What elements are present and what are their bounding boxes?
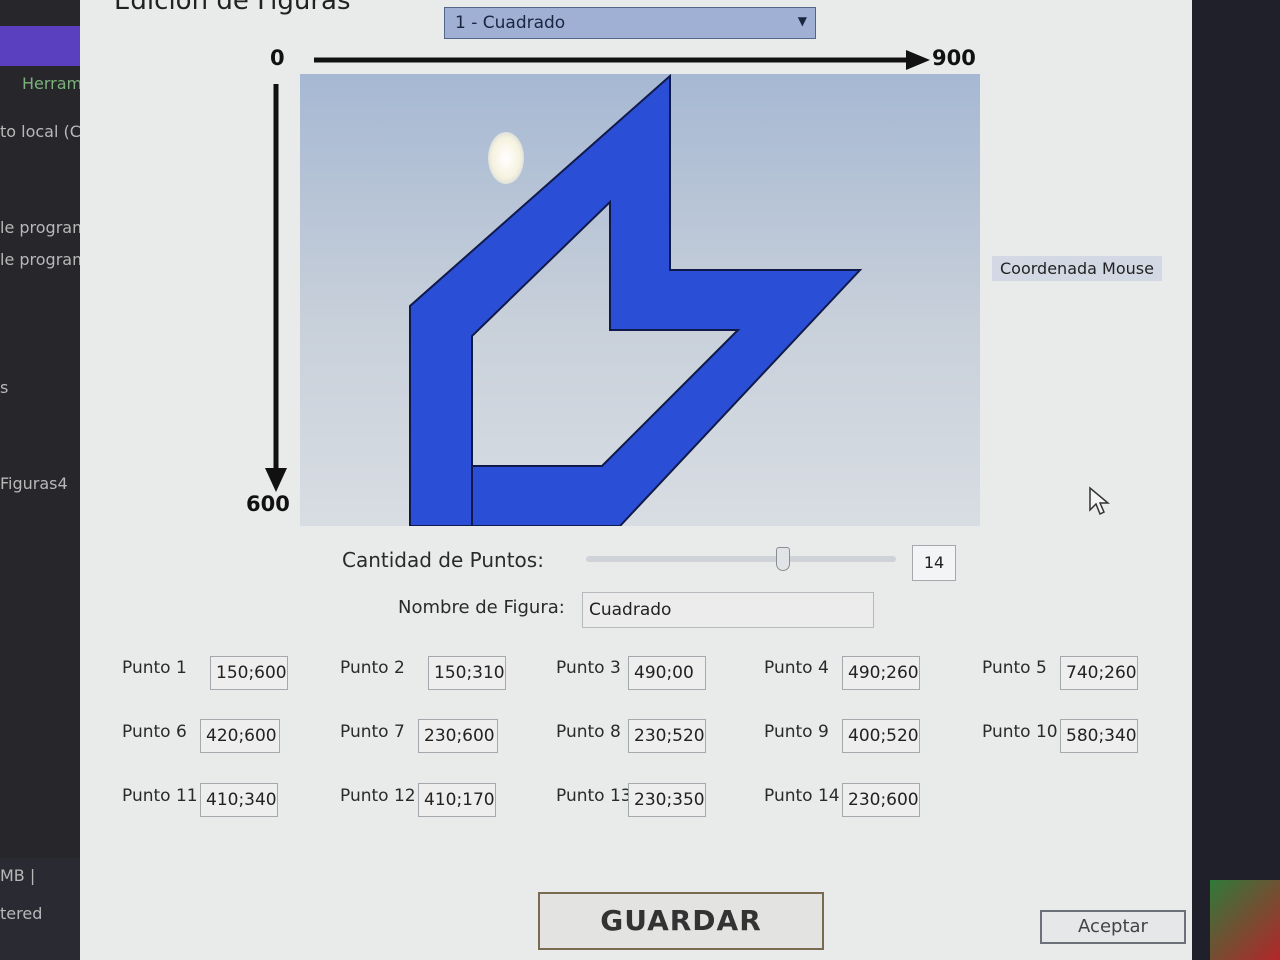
point-count-slider-thumb[interactable] xyxy=(776,547,790,571)
background-app-header xyxy=(0,26,88,66)
point-count-slider[interactable] xyxy=(586,556,896,562)
point-label: Punto 10 xyxy=(982,722,1058,742)
point-input[interactable]: 400;520 xyxy=(842,719,920,753)
background-app: Herramie to local (C: le program le prog… xyxy=(0,0,96,960)
background-app-item: Figuras4 xyxy=(0,474,68,493)
point-count-value[interactable]: 14 xyxy=(912,545,956,581)
point-input[interactable]: 150;310 xyxy=(428,656,506,690)
x-axis-arrow-icon xyxy=(906,50,930,70)
point-label: Punto 12 xyxy=(340,786,416,806)
background-app-item: to local (C: xyxy=(0,122,87,141)
point-input[interactable]: 230;600 xyxy=(842,783,920,817)
background-app-item: le program xyxy=(0,218,88,237)
drawn-figure xyxy=(409,74,863,526)
background-app-footer: MB | tered xyxy=(0,858,80,960)
point-input[interactable]: 420;600 xyxy=(200,719,280,753)
figure-editor-dialog: Edición de Figuras 1 - Cuadrado ▼ 0 900 … xyxy=(80,0,1192,960)
point-label: Punto 4 xyxy=(764,658,829,678)
point-input[interactable]: 230;520 xyxy=(628,719,706,753)
figure-name-label: Nombre de Figura: xyxy=(398,597,565,618)
screen-glare xyxy=(488,132,524,184)
drawing-canvas[interactable] xyxy=(300,74,980,526)
point-label: Punto 5 xyxy=(982,658,1047,678)
point-input[interactable]: 410;170 xyxy=(418,783,496,817)
y-axis-arrow-icon xyxy=(265,468,287,492)
point-label: Punto 11 xyxy=(122,786,198,806)
accept-button[interactable]: Aceptar xyxy=(1040,910,1186,944)
point-label: Punto 8 xyxy=(556,722,621,742)
point-label: Punto 9 xyxy=(764,722,829,742)
point-label: Punto 14 xyxy=(764,786,840,806)
point-label: Punto 13 xyxy=(556,786,632,806)
point-input[interactable]: 740;260 xyxy=(1060,656,1138,690)
point-count-label: Cantidad de Puntos: xyxy=(342,548,544,572)
background-app-item: le program xyxy=(0,250,88,269)
point-input[interactable]: 230;350 xyxy=(628,783,706,817)
background-app-item: MB | xyxy=(0,866,36,885)
background-app-item: tered xyxy=(0,904,43,923)
point-input[interactable]: 410;340 xyxy=(200,783,278,817)
x-axis-end-label: 900 xyxy=(932,46,976,70)
mouse-coordinate-label: Coordenada Mouse xyxy=(992,256,1162,281)
point-input[interactable]: 580;340 xyxy=(1060,719,1138,753)
save-button[interactable]: GUARDAR xyxy=(538,892,824,950)
background-app-item: s xyxy=(0,378,9,397)
point-label: Punto 2 xyxy=(340,658,405,678)
point-label: Punto 7 xyxy=(340,722,405,742)
background-right-strip xyxy=(1190,0,1280,960)
mouse-cursor-icon xyxy=(1089,486,1110,516)
point-label: Punto 3 xyxy=(556,658,621,678)
y-axis-end-label: 600 xyxy=(246,492,290,516)
point-label: Punto 6 xyxy=(122,722,187,742)
x-axis-start-label: 0 xyxy=(270,46,285,70)
point-input[interactable]: 490;260 xyxy=(842,656,920,690)
point-label: Punto 1 xyxy=(122,658,187,678)
figure-name-input[interactable]: Cuadrado xyxy=(582,592,874,628)
point-input[interactable]: 150;600 xyxy=(210,656,288,690)
point-input[interactable]: 230;600 xyxy=(418,719,498,753)
background-thumbnail xyxy=(1210,880,1280,960)
point-input[interactable]: 490;00 xyxy=(628,656,706,690)
